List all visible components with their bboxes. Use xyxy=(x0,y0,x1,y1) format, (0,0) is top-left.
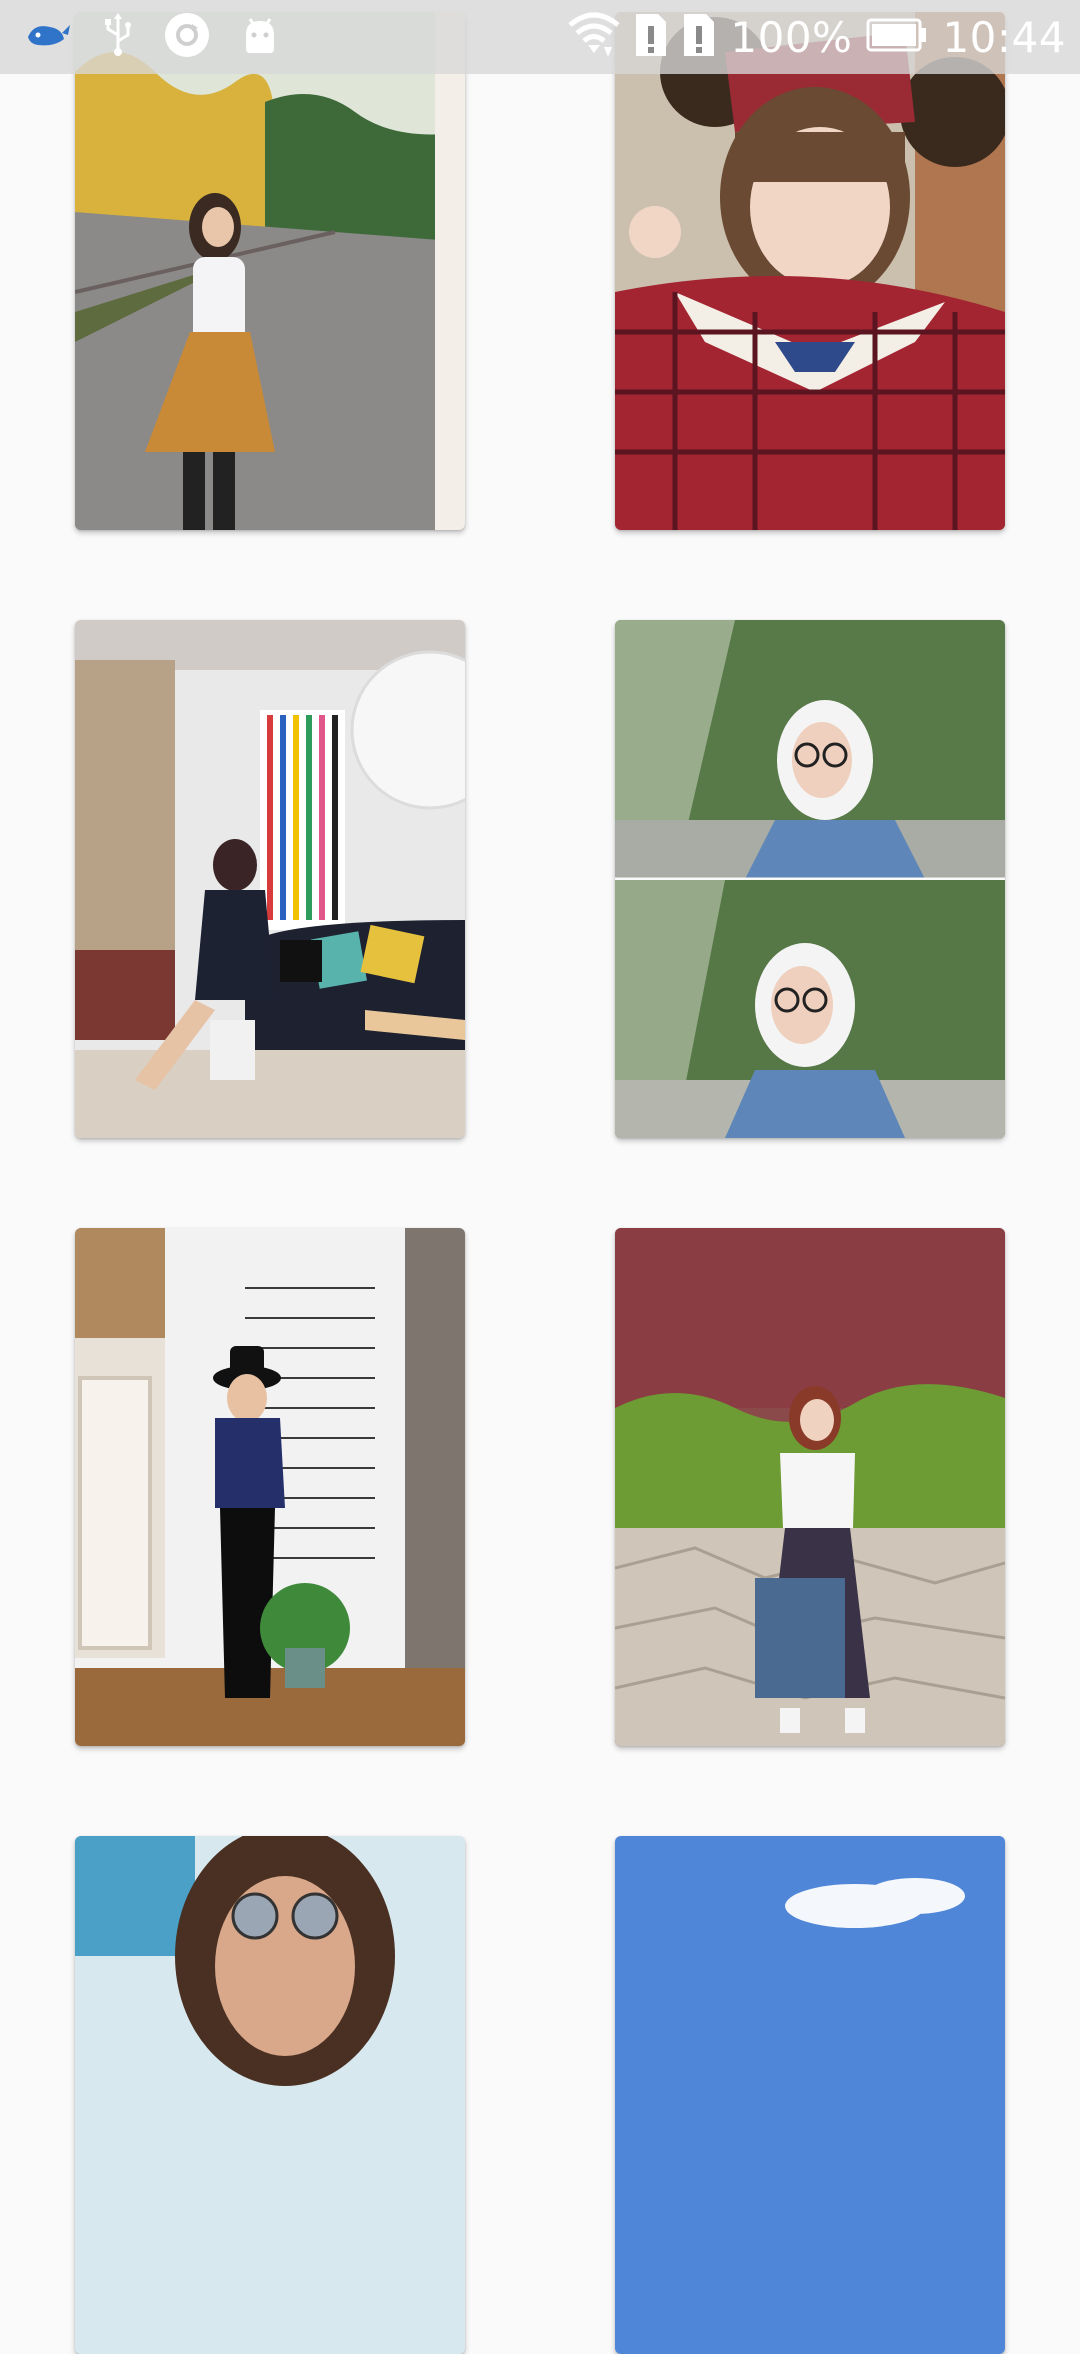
android-debug-icon xyxy=(240,15,280,59)
usb-icon xyxy=(102,13,134,61)
photo-card[interactable] xyxy=(75,12,465,530)
photo-thumbnail xyxy=(615,1228,1005,1746)
photo-thumbnail xyxy=(615,620,1005,1138)
photo-thumbnail xyxy=(615,12,1005,530)
photo-thumbnail xyxy=(75,12,465,530)
photo-grid xyxy=(0,0,1080,2354)
photo-thumbnail xyxy=(75,1228,465,1746)
status-bar: 100% 10:44 xyxy=(0,0,1080,74)
battery-percent: 100% xyxy=(730,12,853,62)
status-bar-left xyxy=(24,10,280,64)
photo-card[interactable] xyxy=(615,1228,1005,1746)
whale-app-icon xyxy=(24,19,72,55)
photo-thumbnail xyxy=(75,620,465,1138)
sync-icon xyxy=(164,12,210,62)
battery-icon xyxy=(866,18,928,56)
photo-card[interactable] xyxy=(615,620,1005,1138)
photo-thumbnail xyxy=(75,1836,465,2354)
photo-card[interactable] xyxy=(75,620,465,1138)
photo-card[interactable] xyxy=(615,1836,1005,2354)
wifi-icon xyxy=(568,11,620,63)
sim2-alert-icon xyxy=(682,12,716,62)
photo-thumbnail xyxy=(615,1836,1005,2354)
battery-level-fill xyxy=(872,24,917,46)
clock: 10:44 xyxy=(942,12,1066,62)
photo-card[interactable] xyxy=(75,1836,465,2354)
photo-card[interactable] xyxy=(615,12,1005,530)
photo-card[interactable] xyxy=(75,1228,465,1746)
sim1-alert-icon xyxy=(634,12,668,62)
status-bar-right: 100% 10:44 xyxy=(568,10,1066,64)
